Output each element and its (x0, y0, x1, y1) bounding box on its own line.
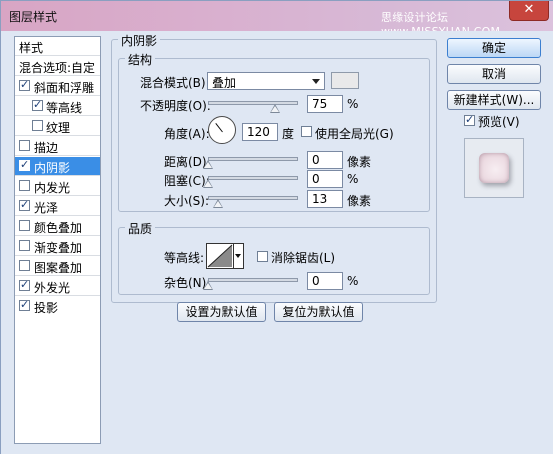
contour-dropdown-arrow[interactable] (234, 243, 244, 269)
style-preview (464, 138, 524, 198)
style-item-pattern-overlay[interactable]: 图案叠加 (15, 257, 100, 276)
style-list-header[interactable]: 样式 (15, 37, 100, 56)
noise-input[interactable]: 0 (307, 272, 343, 290)
blend-mode-label: 混合模式(B): (140, 76, 210, 90)
preview-checkbox[interactable] (464, 113, 475, 126)
style-item-inner-shadow[interactable]: 内阴影 (15, 157, 100, 176)
angle-dial-needle (215, 123, 223, 133)
distance-slider-thumb[interactable] (203, 160, 213, 169)
cancel-button[interactable]: 取消 (447, 64, 541, 84)
choke-slider-thumb[interactable] (203, 179, 213, 188)
close-button[interactable]: ✕ (509, 1, 549, 21)
blend-options-item[interactable]: 混合选项:自定 (15, 57, 100, 76)
gradient-overlay-checkbox[interactable] (19, 240, 30, 251)
contour-label: 等高线: (164, 251, 205, 265)
size-unit: 像素 (347, 194, 372, 208)
shadow-color-swatch[interactable] (331, 72, 359, 89)
style-item-drop-shadow[interactable]: 投影 (15, 297, 100, 316)
opacity-unit: % (347, 97, 359, 111)
style-item-outer-glow[interactable]: 外发光 (15, 277, 100, 296)
noise-slider-thumb[interactable] (203, 281, 213, 290)
dialog-body: 样式 混合选项:自定 斜面和浮雕 等高线 纹理 描边 内阴影 (1, 31, 553, 454)
distance-slider[interactable] (208, 157, 298, 161)
inner-shadow-checkbox[interactable] (19, 158, 30, 171)
style-item-bevel-emboss[interactable]: 斜面和浮雕 (15, 77, 100, 96)
title-bar: 图层样式 思缘设计论坛 www.MISSYUAN.COM ✕ (1, 1, 553, 38)
style-item-color-overlay[interactable]: 颜色叠加 (15, 217, 100, 236)
choke-slider[interactable] (208, 176, 298, 180)
bevel-emboss-checkbox[interactable] (19, 78, 30, 91)
choke-unit: % (347, 172, 359, 186)
opacity-label: 不透明度(O): (140, 99, 211, 113)
blend-mode-select[interactable]: 叠加 (207, 72, 325, 90)
anti-alias-checkbox[interactable] (257, 251, 268, 262)
quality-title: 品质 (125, 220, 156, 237)
satin-checkbox[interactable] (19, 198, 30, 211)
opacity-input[interactable]: 75 (307, 95, 343, 113)
angle-label: 角度(A): (164, 127, 210, 141)
layer-style-dialog: 图层样式 思缘设计论坛 www.MISSYUAN.COM ✕ 样式 混合选项:自… (0, 0, 553, 454)
structure-title: 结构 (125, 51, 156, 68)
angle-input[interactable]: 120 (242, 123, 278, 141)
contour-curve-icon (207, 244, 233, 268)
noise-slider[interactable] (208, 278, 298, 282)
reset-default-button[interactable]: 复位为默认值 (274, 302, 363, 322)
stroke-checkbox[interactable] (19, 140, 30, 151)
close-x-icon: ✕ (523, 2, 535, 17)
chevron-down-icon (312, 79, 320, 84)
preview-label: 预览(V) (478, 115, 520, 129)
inner-shadow-title: 内阴影 (118, 32, 161, 49)
distance-unit: 像素 (347, 155, 372, 169)
size-slider-thumb[interactable] (213, 199, 223, 208)
preview-swatch (479, 153, 509, 183)
anti-alias-label: 消除锯齿(L) (271, 251, 336, 265)
outer-glow-checkbox[interactable] (19, 278, 30, 291)
inner-glow-checkbox[interactable] (19, 180, 30, 191)
pattern-overlay-checkbox[interactable] (19, 260, 30, 271)
contour-picker[interactable] (206, 243, 234, 269)
style-item-gradient-overlay[interactable]: 渐变叠加 (15, 237, 100, 256)
style-item-satin[interactable]: 光泽 (15, 197, 100, 216)
angle-unit: 度 (282, 127, 295, 141)
global-light-checkbox[interactable] (301, 126, 312, 137)
choke-input[interactable]: 0 (307, 170, 343, 188)
color-overlay-checkbox[interactable] (19, 220, 30, 231)
dialog-title: 图层样式 (9, 10, 58, 24)
ok-button[interactable]: 确定 (447, 38, 541, 58)
angle-dial[interactable] (208, 116, 236, 144)
style-item-texture[interactable]: 纹理 (15, 117, 100, 136)
global-light-label: 使用全局光(G) (315, 127, 394, 141)
noise-unit: % (347, 274, 359, 288)
distance-input[interactable]: 0 (307, 151, 343, 169)
size-input[interactable]: 13 (307, 190, 343, 208)
style-item-inner-glow[interactable]: 内发光 (15, 177, 100, 196)
style-list: 样式 混合选项:自定 斜面和浮雕 等高线 纹理 描边 内阴影 (14, 36, 101, 444)
make-default-button[interactable]: 设置为默认值 (177, 302, 266, 322)
style-item-contour[interactable]: 等高线 (15, 97, 100, 116)
opacity-slider[interactable] (208, 101, 298, 105)
opacity-slider-thumb[interactable] (270, 104, 280, 113)
texture-checkbox[interactable] (32, 120, 43, 131)
size-label: 大小(S): (164, 194, 210, 208)
style-item-stroke[interactable]: 描边 (15, 137, 100, 156)
drop-shadow-checkbox[interactable] (19, 298, 30, 311)
contour-checkbox[interactable] (32, 98, 43, 111)
new-style-button[interactable]: 新建样式(W)... (447, 90, 541, 110)
